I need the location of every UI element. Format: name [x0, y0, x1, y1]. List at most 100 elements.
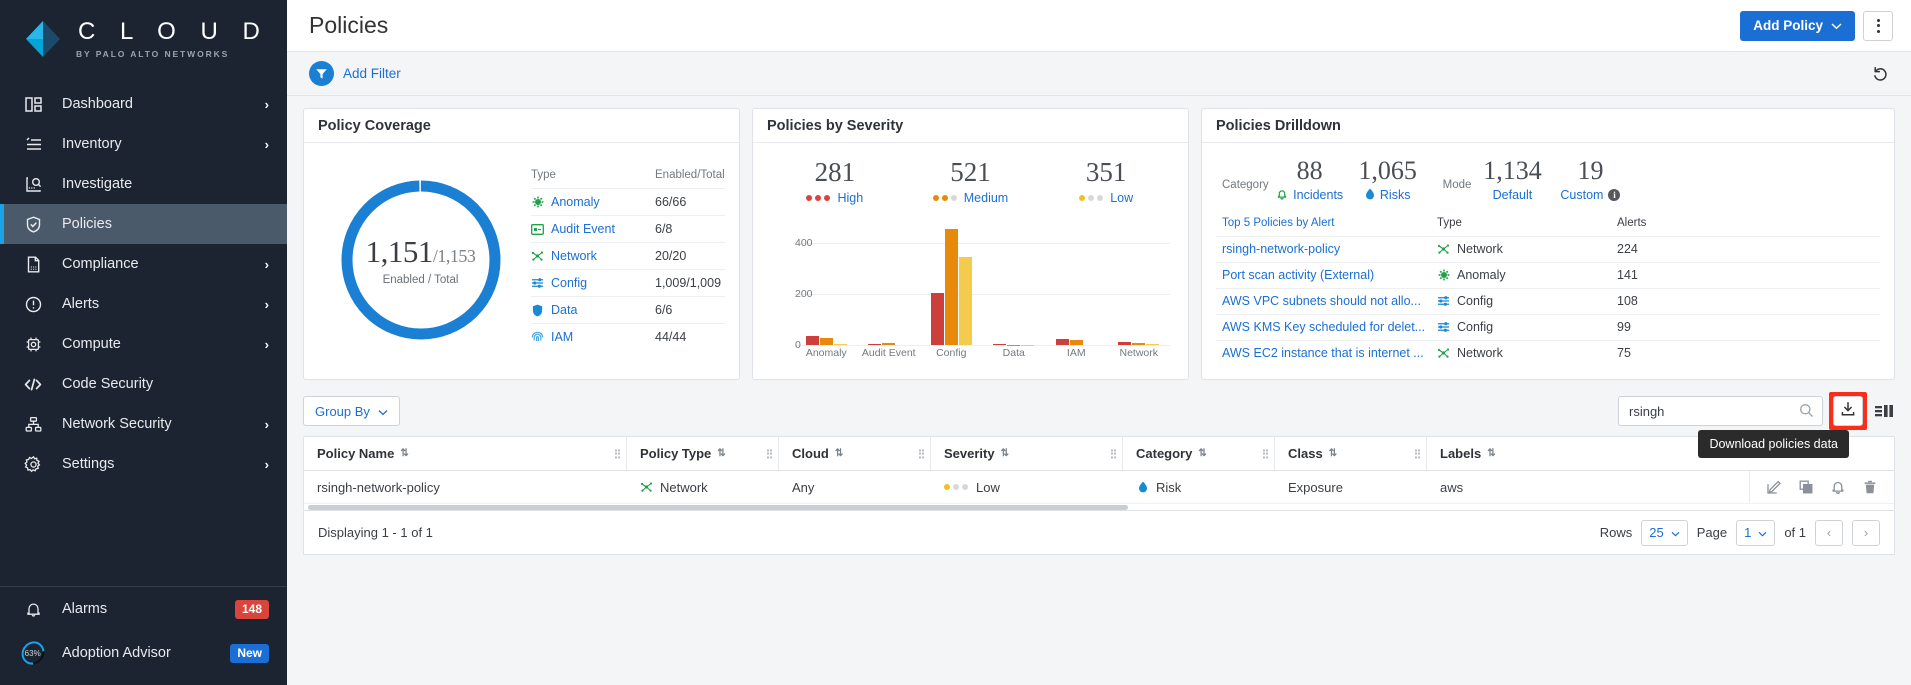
chart-bar-group[interactable]	[983, 217, 1046, 345]
severity-kpi-medium[interactable]: 521 Medium	[903, 157, 1039, 205]
brand-logo[interactable]: C L O U D BY PALO ALTO NETWORKS	[0, 0, 287, 76]
column-header-severity[interactable]: Severity ⇅	[931, 437, 1123, 470]
top-policy-name[interactable]: AWS VPC subnets should not allo...	[1222, 294, 1437, 308]
chart-bar[interactable]	[1056, 339, 1069, 345]
drilldown-kpi-risks[interactable]: 1,065 Risks	[1351, 157, 1425, 203]
sort-icon[interactable]: ⇅	[1329, 448, 1337, 459]
coverage-row[interactable]: IAM 44/44	[531, 323, 725, 350]
chart-bar-group[interactable]	[1045, 217, 1108, 345]
drilldown-kpi-default[interactable]: 1,134 Default	[1475, 157, 1549, 202]
sidebar-item-inventory[interactable]: Inventory ›	[0, 124, 287, 164]
top-policy-name[interactable]: AWS EC2 instance that is internet ...	[1222, 346, 1437, 360]
chart-bar[interactable]	[820, 338, 833, 345]
sidebar-item-code-security[interactable]: Code Security	[0, 364, 287, 404]
chart-bar[interactable]	[1070, 340, 1083, 345]
top-policies-row[interactable]: AWS KMS Key scheduled for delet... Confi…	[1216, 314, 1880, 340]
sort-icon[interactable]: ⇅	[400, 448, 408, 459]
sidebar-item-policies[interactable]: Policies	[0, 204, 287, 244]
chart-bar-group[interactable]	[1108, 217, 1171, 345]
column-header-class[interactable]: Class ⇅	[1275, 437, 1427, 470]
download-policies-button[interactable]	[1833, 396, 1863, 426]
sidebar-item-network-security[interactable]: Network Security ›	[0, 404, 287, 444]
column-resize-handle[interactable]	[1263, 449, 1269, 458]
rows-per-page-select[interactable]: 25	[1641, 520, 1687, 546]
top-policies-row[interactable]: rsingh-network-policy Network 224	[1216, 236, 1880, 262]
page-number-select[interactable]: 1	[1736, 520, 1775, 546]
next-page-button[interactable]: ›	[1852, 520, 1880, 546]
chart-bar[interactable]	[1118, 342, 1131, 345]
sort-icon[interactable]: ⇅	[1198, 448, 1206, 459]
coverage-row[interactable]: Config 1,009/1,009	[531, 269, 725, 296]
top-policy-name[interactable]: Port scan activity (External)	[1222, 268, 1437, 282]
top-policy-name[interactable]: AWS KMS Key scheduled for delet...	[1222, 320, 1437, 334]
sidebar-item-alarms[interactable]: Alarms 148	[0, 587, 287, 631]
chart-bar[interactable]	[1132, 343, 1145, 345]
coverage-row[interactable]: Network 20/20	[531, 242, 725, 269]
search-field-wrapper[interactable]	[1618, 396, 1823, 426]
sidebar-item-compliance[interactable]: Compliance ›	[0, 244, 287, 284]
horizontal-scrollbar[interactable]	[304, 503, 1894, 510]
chart-bar-group[interactable]	[920, 217, 983, 345]
chart-bar[interactable]	[945, 229, 958, 345]
chart-bar[interactable]	[834, 344, 847, 345]
funnel-icon[interactable]	[309, 61, 334, 86]
column-resize-handle[interactable]	[1415, 449, 1421, 458]
sort-icon[interactable]: ⇅	[835, 448, 843, 459]
column-settings-icon[interactable]	[1875, 403, 1895, 419]
column-header-labels[interactable]: Labels ⇅	[1427, 437, 1579, 470]
chart-bar[interactable]	[993, 344, 1006, 345]
coverage-row[interactable]: Audit Event 6/8	[531, 215, 725, 242]
chart-bar[interactable]	[1146, 344, 1159, 345]
copy-icon[interactable]	[1798, 479, 1814, 495]
sort-icon[interactable]: ⇅	[1487, 448, 1495, 459]
info-icon[interactable]: i	[1608, 189, 1620, 201]
sidebar-item-settings[interactable]: Settings ›	[0, 444, 287, 484]
sort-icon[interactable]: ⇅	[1001, 448, 1009, 459]
column-resize-handle[interactable]	[767, 449, 773, 458]
table-row[interactable]: rsingh-network-policy Network Any Low	[304, 471, 1894, 503]
sidebar-item-investigate[interactable]: Investigate	[0, 164, 287, 204]
top-policies-row[interactable]: AWS EC2 instance that is internet ... Ne…	[1216, 340, 1880, 366]
top-policies-row[interactable]: Port scan activity (External) Anomaly 14…	[1216, 262, 1880, 288]
chart-bar-group[interactable]	[858, 217, 921, 345]
kebab-menu-icon[interactable]	[1863, 11, 1893, 41]
search-input[interactable]	[1619, 397, 1822, 425]
chart-bar[interactable]	[882, 343, 895, 345]
sidebar-item-adoption-advisor[interactable]: 63% Adoption Advisor New	[0, 631, 287, 675]
chart-bar[interactable]	[868, 344, 881, 345]
column-resize-handle[interactable]	[1111, 449, 1117, 458]
undo-reset-icon[interactable]	[1867, 61, 1893, 87]
group-by-button[interactable]: Group By	[303, 396, 400, 426]
column-header-category[interactable]: Category ⇅	[1123, 437, 1275, 470]
top-policies-row[interactable]: AWS VPC subnets should not allo... Confi…	[1216, 288, 1880, 314]
severity-high-value: 281	[767, 157, 903, 188]
sidebar-item-dashboard[interactable]: Dashboard ›	[0, 84, 287, 124]
chart-bar-group[interactable]	[795, 217, 858, 345]
column-header-policy-name[interactable]: Policy Name ⇅	[304, 437, 627, 470]
column-header-cloud[interactable]: Cloud ⇅	[779, 437, 931, 470]
prev-page-button[interactable]: ‹	[1815, 520, 1843, 546]
severity-kpi-low[interactable]: 351 Low	[1038, 157, 1174, 205]
drilldown-kpi-custom[interactable]: 19 Custom i	[1553, 157, 1627, 202]
drilldown-kpi-incidents[interactable]: 88 Incidents	[1273, 157, 1347, 203]
add-filter-button[interactable]: Add Filter	[343, 66, 401, 81]
chart-bar[interactable]	[931, 293, 944, 345]
trash-icon[interactable]	[1862, 479, 1878, 495]
chart-bar[interactable]	[959, 257, 972, 345]
top-policy-name[interactable]: rsingh-network-policy	[1222, 242, 1437, 256]
sort-icon[interactable]: ⇅	[717, 448, 725, 459]
search-icon[interactable]	[1799, 403, 1814, 423]
chart-bar[interactable]	[1007, 345, 1020, 346]
edit-icon[interactable]	[1766, 479, 1782, 495]
coverage-row[interactable]: Anomaly 66/66	[531, 188, 725, 215]
chart-bar[interactable]	[806, 336, 819, 345]
column-header-policy-type[interactable]: Policy Type ⇅	[627, 437, 779, 470]
column-resize-handle[interactable]	[615, 449, 621, 458]
sidebar-item-compute[interactable]: Compute ›	[0, 324, 287, 364]
add-policy-button[interactable]: Add Policy	[1740, 11, 1855, 41]
coverage-row[interactable]: Data 6/6	[531, 296, 725, 323]
column-resize-handle[interactable]	[919, 449, 925, 458]
sidebar-item-alerts[interactable]: Alerts ›	[0, 284, 287, 324]
severity-kpi-high[interactable]: 281 High	[767, 157, 903, 205]
bell-icon[interactable]	[1830, 479, 1846, 495]
